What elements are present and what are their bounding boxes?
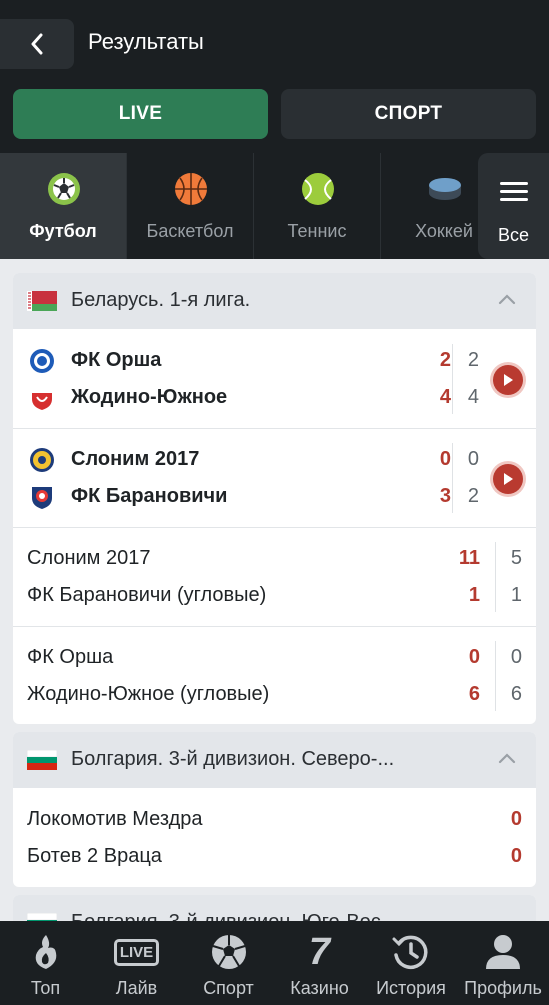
team-logo-icon	[32, 487, 52, 509]
match-row[interactable]: Слоним 2017 ФК Барановичи 0 3 0 2	[13, 429, 536, 528]
top-bar: Результаты LIVE СПОРТ	[0, 0, 549, 153]
match-row[interactable]: ФК Орша Жодино-Южное (угловые) 0 6 0 6	[13, 627, 536, 724]
home-score: 0	[468, 646, 480, 668]
away-team: Ботев 2 Враца	[27, 845, 162, 867]
sport-tab-basketball[interactable]: Баскетбол	[127, 153, 254, 259]
all-sports-button[interactable]: Все	[478, 153, 549, 259]
nav-label: Профиль	[464, 978, 542, 998]
away-team: Жодино-Южное	[71, 386, 228, 408]
divider	[452, 344, 453, 414]
away-score: 3	[439, 485, 451, 507]
nav-item-live[interactable]: LIVE Лайв	[91, 921, 182, 1005]
bulgaria-flag-icon	[27, 750, 57, 770]
away-team: Жодино-Южное (угловые)	[27, 683, 270, 705]
hockey-icon	[429, 178, 461, 200]
tab-sport[interactable]: СПОРТ	[281, 89, 536, 139]
divider	[452, 443, 453, 513]
sport-tab-football[interactable]: Футбол	[0, 153, 127, 259]
divider	[495, 542, 496, 612]
home-half-score: 2	[467, 349, 479, 371]
team-logo-icon	[32, 387, 52, 410]
sport-tab-label: Теннис	[287, 221, 347, 241]
chevron-left-icon	[31, 33, 43, 55]
divider	[495, 641, 496, 711]
sport-tab-tennis[interactable]: Теннис	[254, 153, 381, 259]
tab-live[interactable]: LIVE	[13, 89, 268, 139]
away-half-score: 4	[467, 386, 479, 408]
match-row[interactable]: Слоним 2017 ФК Барановичи (угловые) 11 1…	[13, 528, 536, 627]
menu-icon	[500, 182, 528, 201]
away-half-score: 1	[510, 584, 522, 606]
home-team: Локомотив Мездра	[27, 808, 203, 830]
play-video-button[interactable]	[493, 365, 523, 395]
away-half-score: 2	[467, 485, 479, 507]
home-team: ФК Орша	[27, 646, 114, 668]
away-team: ФК Барановичи	[71, 485, 228, 507]
live-icon: LIVE	[113, 933, 160, 971]
nav-item-sport[interactable]: Спорт	[183, 921, 274, 1005]
nav-item-casino[interactable]: 7 Казино	[274, 921, 365, 1005]
belarus-flag-icon	[27, 291, 57, 311]
away-score: 4	[439, 386, 451, 408]
football-icon	[48, 173, 80, 205]
home-team: ФК Орша	[71, 349, 162, 371]
sport-selector: Футбол Баскетбол Теннис Хоккей Все	[0, 153, 549, 259]
basketball-icon	[175, 173, 207, 205]
league-name: Беларусь. 1-я лига.	[71, 289, 251, 311]
ball-icon	[211, 935, 246, 969]
sport-tab-label: Баскетбол	[146, 221, 234, 241]
play-video-button[interactable]	[493, 464, 523, 494]
away-score: 0	[510, 845, 522, 867]
nav-item-top[interactable]: Топ	[0, 921, 91, 1005]
profile-icon	[486, 935, 520, 969]
back-button[interactable]	[0, 19, 74, 69]
league-header[interactable]: Беларусь. 1-я лига.	[13, 273, 536, 329]
home-half-score: 5	[510, 547, 522, 569]
nav-label: Лайв	[115, 978, 158, 998]
page-title: Результаты	[88, 29, 204, 54]
league-card: Болгария. 3-й дивизион. Северо-... Локом…	[13, 732, 536, 887]
nav-label: Спорт	[203, 978, 254, 998]
match-row[interactable]: ФК Орша Жодино-Южное 2 4 2 4	[13, 330, 536, 429]
team-logo-icon	[30, 349, 54, 373]
home-score: 2	[439, 349, 451, 371]
away-team: ФК Барановичи (угловые)	[27, 584, 267, 606]
away-score: 6	[468, 683, 480, 705]
home-team: Слоним 2017	[71, 448, 200, 470]
team-logo-icon	[30, 448, 54, 472]
home-score: 0	[439, 448, 451, 470]
home-score: 11	[458, 547, 480, 569]
chevron-up-icon[interactable]	[498, 293, 516, 305]
seven-icon-text: 7	[308, 931, 331, 973]
home-team: Слоним 2017	[27, 547, 151, 569]
play-icon	[504, 374, 513, 386]
home-score: 0	[510, 808, 522, 830]
league-header[interactable]: Болгария. 3-й дивизион. Северо-...	[13, 732, 536, 788]
sport-tab-label: Футбол	[29, 221, 97, 241]
play-icon	[504, 473, 513, 485]
nav-label: Казино	[290, 978, 349, 998]
nav-label: История	[376, 978, 446, 998]
flame-icon	[35, 935, 56, 969]
history-icon	[392, 935, 428, 970]
all-sports-label: Все	[497, 225, 530, 245]
league-card: Беларусь. 1-я лига. ФК Орша Жодино-Южное…	[13, 273, 536, 724]
live-icon-text: LIVE	[113, 938, 160, 966]
nav-label: Топ	[30, 978, 61, 998]
chevron-up-icon[interactable]	[498, 752, 516, 764]
home-half-score: 0	[510, 646, 522, 668]
away-score: 1	[468, 584, 480, 606]
away-half-score: 6	[510, 683, 522, 705]
league-name: Болгария. 3-й дивизион. Северо-...	[71, 748, 395, 770]
tennis-icon	[302, 173, 334, 205]
nav-item-profile[interactable]: Профиль	[457, 921, 549, 1005]
nav-item-history[interactable]: История	[365, 921, 457, 1005]
match-row[interactable]: Локомотив Мездра Ботев 2 Враца 0 0	[13, 789, 536, 887]
seven-icon: 7	[299, 933, 341, 971]
bottom-navigation: Топ LIVE Лайв Спорт 7 Казино История Про…	[0, 921, 549, 1005]
home-half-score: 0	[467, 448, 479, 470]
